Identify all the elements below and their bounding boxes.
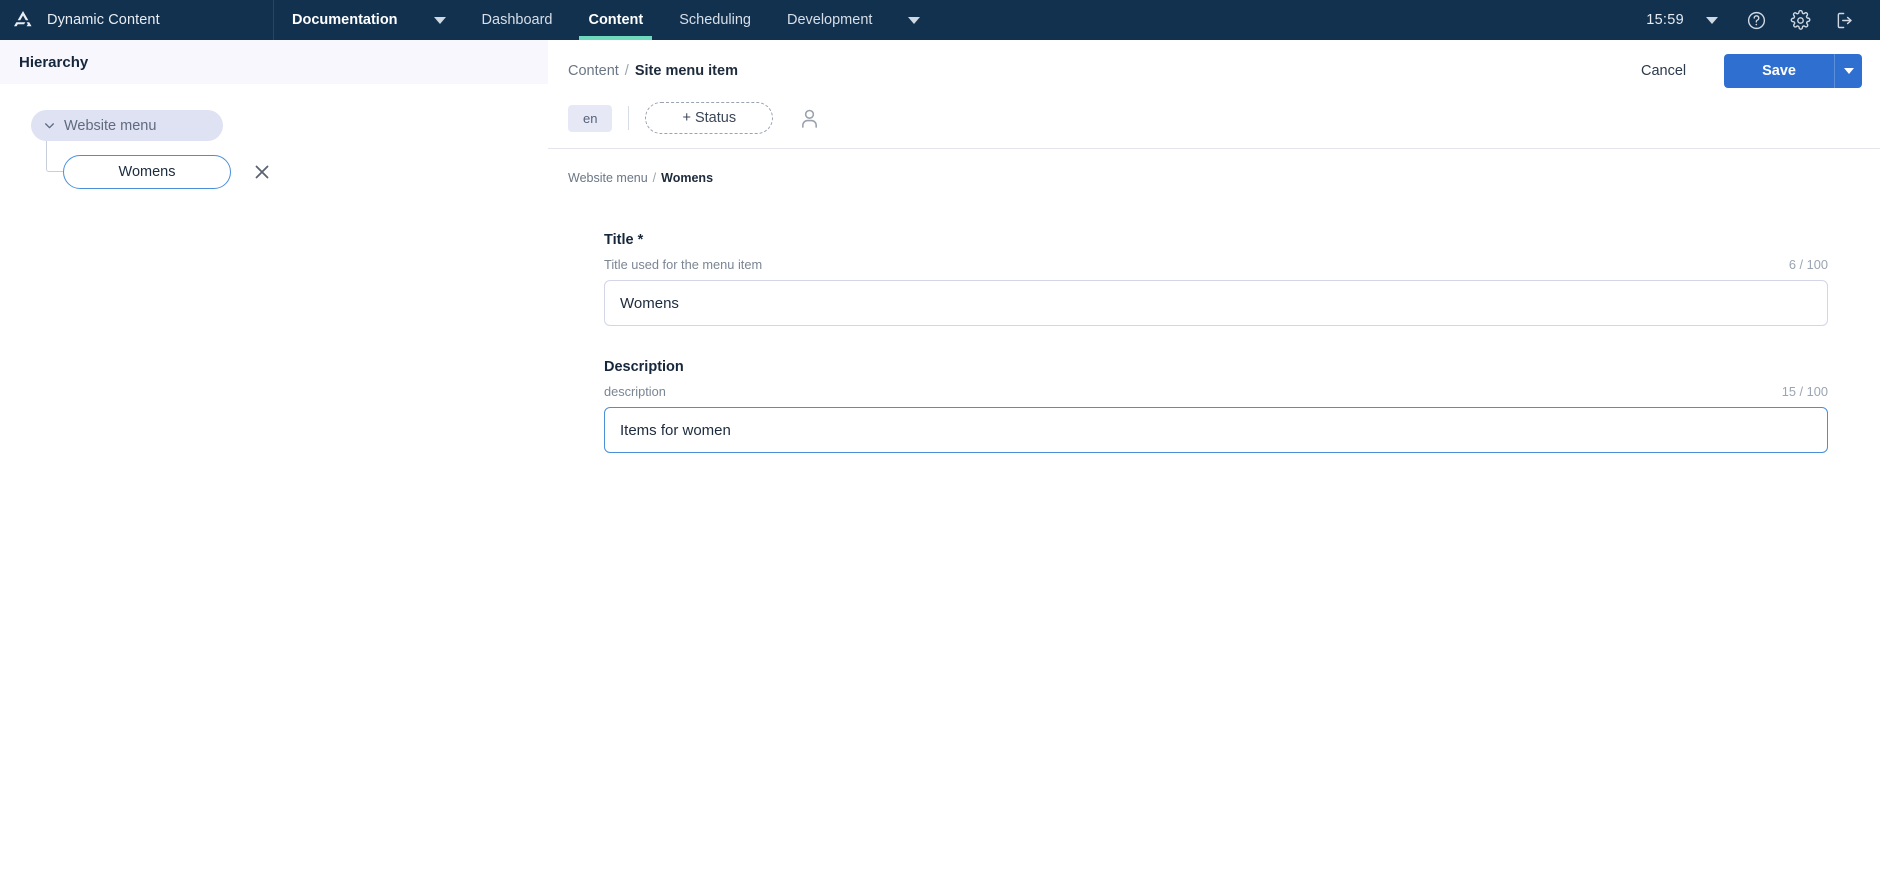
field-meta: description 15 / 100 [604, 384, 1828, 399]
logout-button[interactable] [1822, 0, 1866, 40]
chevron-down-icon [908, 16, 921, 24]
field-title: Title * Title used for the menu item 6 /… [604, 232, 1828, 326]
top-nav-right-cluster: 15:59 [1636, 0, 1880, 40]
chevron-down-icon [45, 123, 54, 129]
field-character-count: 6 / 100 [1788, 257, 1828, 272]
language-badge[interactable]: en [568, 104, 613, 132]
chevron-down-icon [1706, 16, 1718, 24]
field-label: Description [604, 359, 684, 375]
user-icon [801, 109, 817, 128]
amplience-logo-icon [14, 11, 32, 27]
account-menu-button[interactable] [1690, 0, 1734, 40]
chevron-down-icon [1843, 68, 1854, 74]
nav-item-dashboard[interactable]: Dashboard [464, 0, 571, 40]
header-divider [548, 148, 1880, 149]
field-help-text: description [604, 384, 666, 399]
tree-node-label: Website menu [64, 117, 157, 134]
clock-display: 15:59 [1646, 12, 1684, 28]
brand-area: Dynamic Content [0, 0, 274, 40]
add-status-button[interactable]: + Status [645, 102, 774, 134]
status-row: en + Status [548, 102, 1880, 148]
nav-item-scheduling[interactable]: Scheduling [661, 0, 769, 40]
status-divider [628, 106, 630, 130]
form-area: Website menu / Womens Title * Title used… [548, 149, 1880, 486]
nav-documentation-caret[interactable] [416, 0, 464, 40]
tree-node-label: Womens [118, 164, 176, 180]
main-split: Hierarchy Website menu Womens Content / … [0, 40, 1880, 881]
save-button-group: Save [1724, 54, 1862, 88]
field-meta: Title used for the menu item 6 / 100 [604, 257, 1828, 272]
save-options-button[interactable] [1834, 54, 1862, 88]
nav-item-label: Dashboard [481, 12, 553, 28]
top-navigation-bar: Dynamic Content Documentation Dashboard … [0, 0, 1880, 40]
hierarchy-header: Hierarchy [0, 40, 548, 84]
nav-item-content[interactable]: Content [570, 0, 661, 40]
hierarchy-panel: Hierarchy Website menu Womens [0, 40, 548, 881]
hierarchy-tree: Website menu Womens [0, 84, 548, 189]
form-fields: Title * Title used for the menu item 6 /… [548, 232, 1880, 453]
nav-item-label: Development [786, 12, 873, 28]
save-button[interactable]: Save [1724, 54, 1834, 88]
content-panel: Content / Site menu item Cancel Save en [548, 40, 1880, 881]
nav-item-documentation[interactable]: Documentation [274, 0, 416, 40]
tree-connector-line [46, 141, 63, 172]
tree-node-womens[interactable]: Womens [63, 155, 231, 189]
hierarchy-title: Hierarchy [19, 53, 89, 71]
settings-button[interactable] [1778, 0, 1822, 40]
assignee-button[interactable] [795, 104, 823, 132]
description-input[interactable] [604, 407, 1828, 453]
tree-child-row: Womens [0, 141, 548, 189]
remove-node-button[interactable] [250, 160, 274, 184]
brand-name: Dynamic Content [47, 12, 160, 28]
field-help-text: Title used for the menu item [604, 257, 763, 272]
title-input[interactable] [604, 280, 1828, 326]
breadcrumb-current: Site menu item [634, 63, 738, 79]
breadcrumb-parent[interactable]: Content [568, 63, 619, 79]
header-actions: Cancel Save [1621, 54, 1862, 88]
field-label: Title * [604, 232, 644, 248]
nav-items: Documentation Dashboard Content Scheduli… [274, 0, 938, 40]
sub-breadcrumb-current: Womens [661, 171, 714, 185]
nav-item-label: Content [588, 12, 644, 28]
field-character-count: 15 / 100 [1781, 384, 1828, 399]
breadcrumb: Content / Site menu item Cancel Save [548, 54, 1880, 88]
help-button[interactable] [1734, 0, 1778, 40]
sub-breadcrumb-parent[interactable]: Website menu [568, 171, 648, 185]
nav-development-caret[interactable] [890, 0, 938, 40]
logout-icon [1837, 12, 1852, 28]
nav-item-label: Scheduling [679, 12, 751, 28]
field-description: Description description 15 / 100 [604, 359, 1828, 453]
nav-item-development[interactable]: Development [769, 0, 890, 40]
content-header: Content / Site menu item Cancel Save en [548, 40, 1880, 149]
breadcrumb-separator: / [624, 63, 629, 79]
close-icon [255, 165, 269, 179]
gear-icon [1790, 9, 1810, 30]
nav-item-label: Documentation [292, 12, 398, 28]
help-circle-icon [1747, 11, 1765, 29]
tree-node-website-menu[interactable]: Website menu [31, 110, 223, 141]
chevron-down-icon [433, 16, 446, 24]
cancel-button[interactable]: Cancel [1621, 55, 1706, 87]
sub-breadcrumb-separator: / [652, 171, 657, 185]
sub-breadcrumb: Website menu / Womens [548, 171, 1880, 185]
